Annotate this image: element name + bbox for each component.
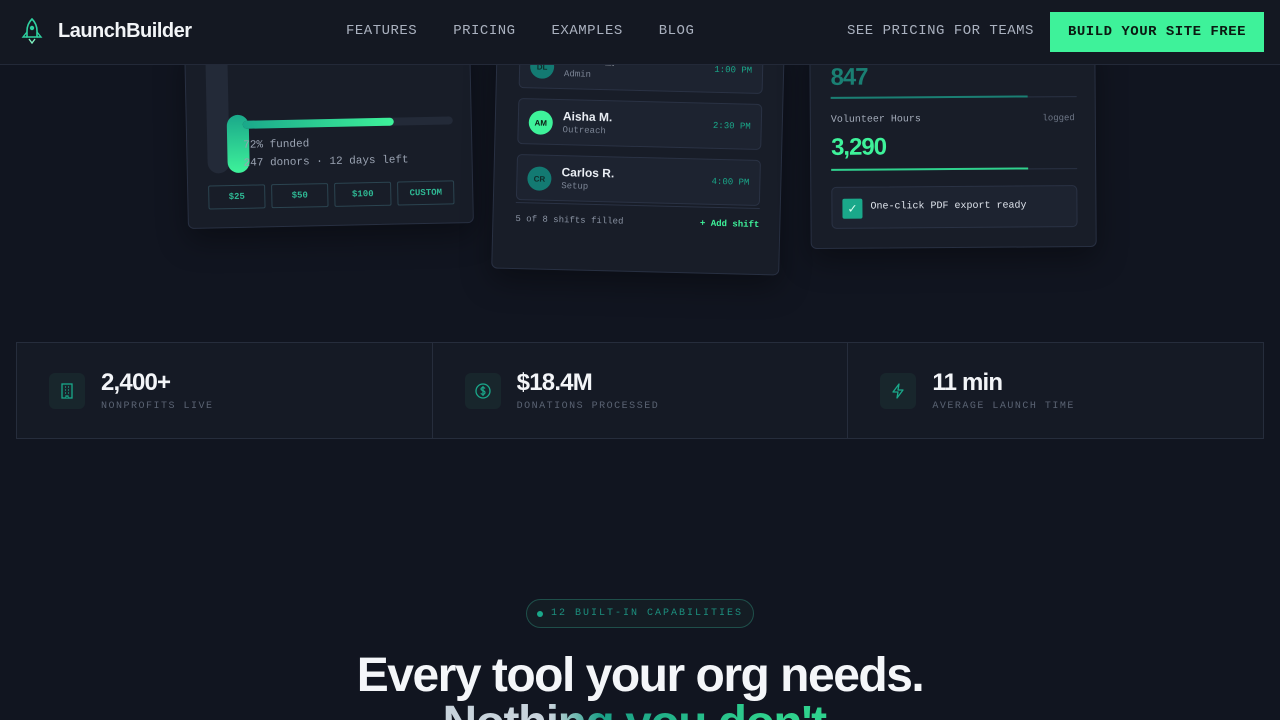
stat-nonprofits: 2,400+ NONPROFITS LIVE — [17, 343, 433, 438]
shifts-filled-count: 5 of 8 shifts filled — [515, 214, 624, 227]
lightning-icon — [880, 373, 917, 409]
volunteer-hours-tag: logged — [1042, 113, 1075, 124]
impact-metrics-card: 847 Volunteer Hours logged 3,290 ✓ One-c… — [809, 39, 1097, 249]
rocket-logo-icon — [21, 18, 43, 44]
stat-label: NONPROFITS LIVE — [101, 401, 214, 412]
avatar: AM — [528, 110, 554, 135]
amount-25-button[interactable]: $25 — [208, 184, 266, 210]
metric-bar-hours-fill — [831, 167, 1028, 171]
export-status-text: One-click PDF export ready — [870, 200, 1027, 213]
top-nav: LaunchBuilder FEATURES PRICING EXAMPLES … — [0, 0, 1280, 65]
shift-volunteer-name: Carlos R. — [561, 165, 615, 181]
funded-percentage: 72% funded — [243, 138, 310, 152]
stat-value: $18.4M — [516, 369, 593, 396]
shift-row[interactable]: AM Aisha M. Outreach 2:30 PM — [517, 98, 763, 151]
shift-row[interactable]: CR Carlos R. Setup 4:00 PM — [515, 154, 761, 206]
stat-label: AVERAGE LAUNCH TIME — [932, 401, 1075, 412]
nav-link-blog[interactable]: BLOG — [659, 23, 695, 39]
funding-progress-bar — [242, 116, 453, 129]
avatar: CR — [527, 166, 552, 191]
shift-time: 1:00 PM — [714, 64, 753, 76]
stat-value: 11 min — [932, 369, 1003, 396]
metric-bar-top — [830, 95, 1077, 99]
nav-link-pricing[interactable]: PRICING — [453, 23, 515, 39]
shift-role: Admin — [563, 69, 592, 80]
volunteer-hours-value: 3,290 — [830, 133, 887, 161]
nav-link-features[interactable]: FEATURES — [346, 23, 417, 39]
nav-links: FEATURES PRICING EXAMPLES BLOG — [346, 23, 694, 39]
donation-amounts: $25 $50 $100 CUSTOM — [208, 180, 455, 210]
section-headline: Every tool your org needs. — [356, 649, 925, 702]
capabilities-badge: 12 BUILT-IN CAPABILITIES — [526, 599, 754, 628]
stats-strip: 2,400+ NONPROFITS LIVE $18.4M DONATIONS … — [16, 342, 1264, 439]
stat-label: DONATIONS PROCESSED — [516, 401, 660, 412]
pdf-export-status[interactable]: ✓ One-click PDF export ready — [831, 185, 1078, 229]
stat-donations: $18.4M DONATIONS PROCESSED — [433, 343, 849, 438]
shift-time: 4:00 PM — [711, 176, 750, 188]
capabilities-badge-text: 12 BUILT-IN CAPABILITIES — [550, 608, 744, 619]
status-dot-icon — [536, 610, 543, 617]
amount-100-button[interactable]: $100 — [334, 181, 392, 207]
shift-volunteer-name: Aisha M. — [562, 109, 613, 125]
amount-50-button[interactable]: $50 — [271, 183, 329, 209]
metric-bar-top-fill — [830, 95, 1028, 99]
fundraiser-card: 72% funded 247 donors · 12 days left $25… — [184, 37, 474, 229]
stat-launch-time: 11 min AVERAGE LAUNCH TIME — [848, 343, 1263, 438]
metric-bar-hours — [831, 167, 1078, 171]
building-icon — [49, 373, 85, 409]
volunteer-shifts-card: DL Devon L. Admin 1:00 PM AM Aisha M. Ou… — [491, 36, 785, 276]
metric-value-top: 847 — [830, 63, 868, 91]
stat-value: 2,400+ — [101, 369, 171, 396]
nav-link-examples[interactable]: EXAMPLES — [552, 23, 623, 39]
dollar-coin-icon — [464, 373, 501, 409]
volunteer-hours-label: Volunteer Hours — [830, 114, 921, 126]
donor-count: 247 donors · 12 days left — [243, 154, 409, 170]
build-site-button[interactable]: BUILD YOUR SITE FREE — [1050, 12, 1264, 52]
add-shift-link[interactable]: + Add shift — [700, 219, 760, 230]
funding-progress-fill — [242, 117, 395, 129]
shift-role: Setup — [561, 181, 589, 192]
brand-name: LaunchBuilder — [58, 19, 192, 42]
shift-time: 2:30 PM — [712, 120, 751, 132]
brand-logo[interactable]: LaunchBuilder — [20, 18, 192, 44]
team-pricing-link[interactable]: SEE PRICING FOR TEAMS — [847, 23, 1034, 39]
checkmark-icon: ✓ — [842, 198, 863, 219]
amount-custom-button[interactable]: CUSTOM — [397, 180, 455, 206]
section-subheadline: Nothing you don't. — [0, 696, 1280, 720]
shift-role: Outreach — [562, 125, 606, 137]
